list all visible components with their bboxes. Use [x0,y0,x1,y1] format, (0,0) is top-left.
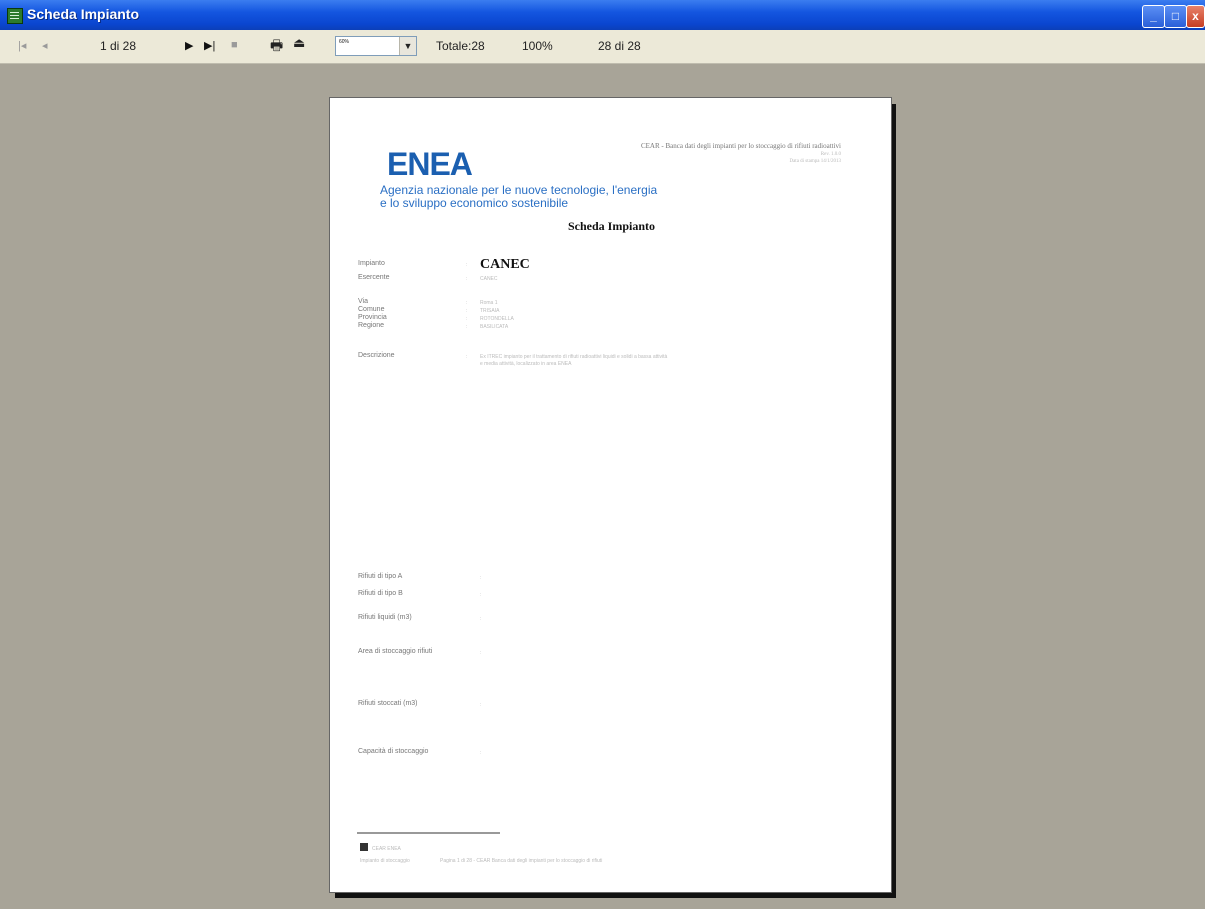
app-icon [7,8,23,24]
separator: : [466,316,468,322]
header-line-2: Rev. 1.0.0 [820,152,841,157]
last-page-button[interactable]: ▶| [204,39,215,52]
agency-line-2: e lo sviluppo economico sostenibile [380,196,569,210]
field-value: ROTONDELLA [480,316,514,322]
header-line-3: Data di stampa 14/1/2013 [789,159,841,164]
footer-mid: Impianto di stoccaggio [360,858,410,864]
footer-logo-icon [360,843,368,851]
lower-field-label: Area di stoccaggio rifiuti [358,648,433,655]
maximize-button[interactable]: □ [1164,5,1187,28]
print-icon[interactable]: 🖶 [270,35,283,59]
total-label: Totale:28 [436,39,485,53]
footer-divider [357,832,500,834]
field-value: Roma 1 [480,300,498,306]
stop-button[interactable]: ■ [231,39,238,51]
percent-label: 100% [522,39,553,53]
minimize-button[interactable]: _ [1142,5,1165,28]
field-label: Regione [358,322,385,329]
field-value: CANEC [480,276,498,282]
field-label: Esercente [358,274,390,281]
report-page: ENEA Agenzia nazionale per le nuove tecn… [329,97,892,893]
next-page-button[interactable]: ▶ [185,39,193,52]
record-indicator: 28 di 28 [598,39,641,53]
separator: : [466,262,468,268]
zoom-select[interactable]: 60% ▼ [335,36,417,56]
description-line-2: e media attività, localizzato in area EN… [480,361,572,367]
field-value: TRISAIA [480,308,500,314]
separator: : [466,308,468,314]
header-right: CEAR - Banca dati degli impianti per lo … [641,142,841,164]
prev-page-button[interactable]: ◂ [42,39,48,52]
title-bar[interactable]: Scheda Impianto _ □ x [0,0,1205,30]
window-title: Scheda Impianto [27,6,140,22]
separator: : [466,276,468,282]
lower-field-label: Rifiuti liquidi (m3) [358,614,412,621]
separator: : [480,575,482,581]
plant-label: Impianto [358,260,385,267]
chevron-down-icon[interactable]: ▼ [399,37,416,55]
footer-bottom: Pagina 1 di 28 - CEAR Banca dati degli i… [440,858,603,864]
field-label: Provincia [358,314,387,321]
separator: : [480,750,482,756]
description-label: Descrizione [358,352,395,359]
agency-name: Agenzia nazionale per le nuove tecnologi… [380,184,657,210]
first-page-button[interactable]: |◂ [18,39,26,52]
separator: : [480,650,482,656]
field-label: Via [358,298,368,305]
export-icon[interactable]: ⏏ [293,35,305,51]
page-indicator: 1 di 28 [100,39,137,53]
separator: : [466,324,468,330]
plant-name: CANEC [480,257,530,272]
separator: : [480,702,482,708]
footer-left: CEAR ENEA [372,846,401,852]
document-title: Scheda Impianto [568,219,656,233]
lower-field-label: Rifiuti di tipo A [358,573,403,580]
close-button[interactable]: x [1186,5,1205,28]
lower-field-label: Rifiuti stoccati (m3) [358,700,418,707]
separator: : [466,354,468,360]
separator: : [480,592,482,598]
separator: : [466,300,468,306]
enea-logo: ENEA [387,146,473,182]
lower-field-label: Rifiuti di tipo B [358,590,403,597]
field-label: Comune [358,306,385,313]
zoom-value: 60% [339,39,350,45]
lower-field-label: Capacità di stoccaggio [358,748,429,755]
separator: : [480,616,482,622]
field-value: BASILICATA [480,324,509,330]
description-line-1: Ex ITREC impianto per il trattamento di … [480,354,668,360]
report-toolbar: |◂ ◂ 1 di 28 ▶ ▶| ■ 🖶 ⏏ 60% ▼ Totale:28 … [0,30,1205,64]
header-line-1: CEAR - Banca dati degli impianti per lo … [640,142,841,150]
